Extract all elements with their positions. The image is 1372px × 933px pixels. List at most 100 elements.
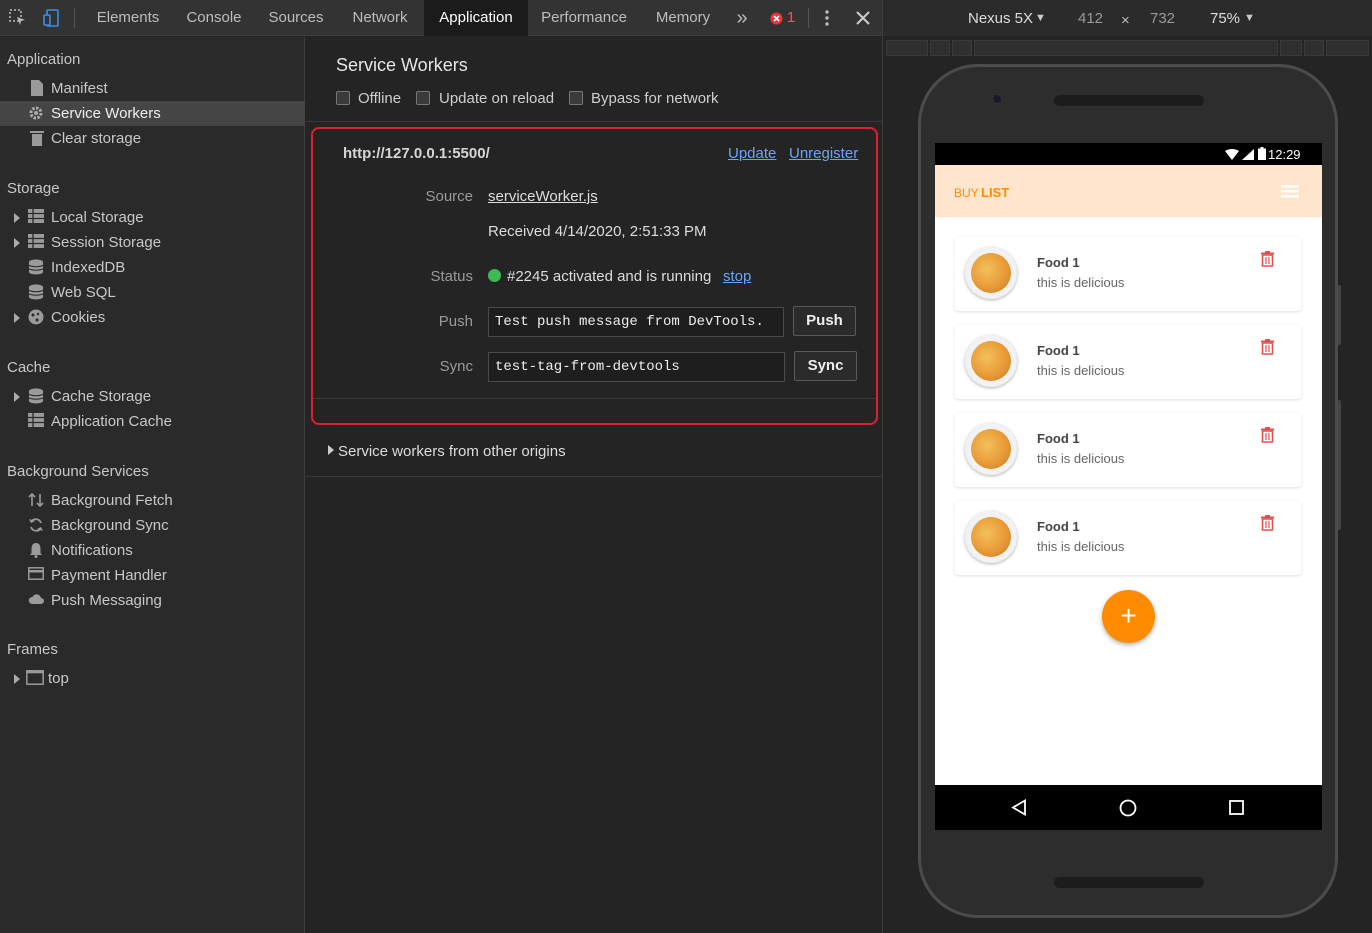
delete-trash-icon[interactable]: [1261, 515, 1274, 536]
bypass-for-network-checkbox[interactable]: [569, 91, 583, 105]
expand-arrow-icon[interactable]: [14, 313, 20, 323]
sidebar-item-label: Cache Storage: [51, 388, 152, 405]
credit-card-icon: [28, 567, 44, 583]
service-workers-panel: Service Workers Offline Update on reload…: [306, 37, 882, 933]
add-item-fab-button[interactable]: +: [1102, 590, 1155, 643]
tab-application[interactable]: Application: [424, 0, 528, 36]
android-nav-bar: [935, 785, 1322, 830]
tab-sources[interactable]: Sources: [258, 0, 334, 36]
document-icon: [30, 80, 46, 96]
recents-icon[interactable]: [1229, 800, 1244, 820]
frame-icon: [26, 670, 44, 686]
sidebar-item-push-messaging[interactable]: Push Messaging: [0, 588, 305, 613]
camera-icon: [992, 94, 1002, 104]
error-count[interactable]: 1: [784, 0, 798, 36]
device-toolbar-icon[interactable]: [40, 0, 64, 36]
sidebar-item-manifest[interactable]: Manifest: [0, 76, 305, 101]
expand-arrow-icon[interactable]: [328, 445, 334, 455]
section-cache: Cache: [7, 359, 51, 376]
expand-arrow-icon[interactable]: [14, 213, 20, 223]
zoom-select[interactable]: 75%: [1210, 10, 1240, 27]
stop-link[interactable]: stop: [723, 268, 751, 285]
chevron-down-icon[interactable]: ▼: [1035, 12, 1046, 24]
up-down-arrows-icon: [28, 492, 44, 508]
sidebar-item-local-storage[interactable]: Local Storage: [0, 205, 305, 230]
device-width-input[interactable]: 412: [1078, 10, 1103, 27]
inspect-element-icon[interactable]: [6, 0, 30, 36]
application-sidebar: Application Manifest Service Workers Cle…: [0, 37, 305, 933]
tab-console[interactable]: Console: [176, 0, 252, 36]
source-file-link[interactable]: serviceWorker.js: [488, 188, 598, 205]
other-origins-toggle[interactable]: Service workers from other origins: [338, 443, 566, 460]
sidebar-item-background-sync[interactable]: Background Sync: [0, 513, 305, 538]
media-query-bar[interactable]: [886, 40, 1369, 56]
status-dot-icon: [488, 269, 501, 282]
expand-arrow-icon[interactable]: [14, 238, 20, 248]
list-item[interactable]: Food 1 this is delicious: [955, 237, 1301, 311]
divider: [306, 476, 882, 477]
back-icon[interactable]: [1011, 798, 1027, 821]
sidebar-item-cookies[interactable]: Cookies: [0, 305, 305, 330]
dimension-separator: ×: [1121, 12, 1130, 29]
device-select[interactable]: Nexus 5X: [968, 10, 1033, 27]
push-label: Push: [438, 313, 473, 330]
sync-button[interactable]: Sync: [794, 351, 857, 381]
delete-trash-icon[interactable]: [1261, 251, 1274, 272]
sidebar-item-indexeddb[interactable]: IndexedDB: [0, 255, 305, 280]
clock-time: 12:29: [1268, 147, 1301, 162]
grid-icon: [28, 209, 44, 225]
toolbar-divider: [74, 8, 75, 28]
database-icon: [28, 259, 44, 275]
item-subtitle: this is delicious: [1037, 539, 1125, 554]
item-title: Food 1: [1037, 343, 1080, 358]
sidebar-item-background-fetch[interactable]: Background Fetch: [0, 488, 305, 513]
sidebar-item-session-storage[interactable]: Session Storage: [0, 230, 305, 255]
section-frames: Frames: [7, 641, 58, 658]
tab-elements[interactable]: Elements: [84, 0, 172, 36]
home-icon[interactable]: [1119, 799, 1137, 822]
sidebar-item-cache-storage[interactable]: Cache Storage: [0, 384, 305, 409]
sidebar-item-clear-storage[interactable]: Clear storage: [0, 126, 305, 151]
sidebar-item-web-sql[interactable]: Web SQL: [0, 280, 305, 305]
tab-performance[interactable]: Performance: [532, 0, 636, 36]
sidebar-item-notifications[interactable]: Notifications: [0, 538, 305, 563]
app-header: BUY LIST: [935, 165, 1322, 217]
sidebar-item-label: Background Sync: [51, 517, 169, 534]
update-on-reload-checkbox[interactable]: [416, 91, 430, 105]
unregister-link[interactable]: Unregister: [789, 145, 858, 162]
list-item[interactable]: Food 1 this is delicious: [955, 325, 1301, 399]
chevron-down-icon[interactable]: ▼: [1244, 12, 1255, 24]
push-input[interactable]: Test push message from DevTools.: [488, 307, 784, 337]
food-image: [965, 511, 1017, 563]
expand-arrow-icon[interactable]: [14, 674, 20, 684]
sidebar-item-top-frame[interactable]: top: [0, 666, 305, 691]
trash-icon: [30, 130, 46, 146]
item-title: Food 1: [1037, 431, 1080, 446]
sync-input[interactable]: test-tag-from-devtools: [488, 352, 785, 382]
delete-trash-icon[interactable]: [1261, 339, 1274, 360]
database-icon: [28, 284, 44, 300]
list-item[interactable]: Food 1 this is delicious: [955, 501, 1301, 575]
sidebar-item-payment-handler[interactable]: Payment Handler: [0, 563, 305, 588]
tab-memory[interactable]: Memory: [644, 0, 722, 36]
push-button[interactable]: Push: [793, 306, 856, 336]
error-icon[interactable]: [768, 0, 784, 36]
device-height-input[interactable]: 732: [1150, 10, 1175, 27]
update-link[interactable]: Update: [728, 145, 776, 162]
sidebar-item-label: Web SQL: [51, 284, 116, 301]
more-tabs-button[interactable]: »: [728, 0, 756, 36]
kebab-menu-icon[interactable]: [818, 0, 836, 36]
list-item[interactable]: Food 1 this is delicious: [955, 413, 1301, 487]
offline-checkbox[interactable]: [336, 91, 350, 105]
delete-trash-icon[interactable]: [1261, 427, 1274, 448]
close-icon[interactable]: [852, 0, 874, 36]
food-image: [965, 423, 1017, 475]
offline-label: Offline: [358, 90, 402, 107]
sidebar-item-service-workers[interactable]: Service Workers: [0, 101, 305, 126]
sidebar-item-application-cache[interactable]: Application Cache: [0, 409, 305, 434]
phone-screen: 12:29 BUY LIST Food 1 this is delicious …: [935, 143, 1322, 830]
hamburger-menu-icon[interactable]: [1281, 185, 1299, 203]
tab-network[interactable]: Network: [340, 0, 420, 36]
expand-arrow-icon[interactable]: [14, 392, 20, 402]
food-image: [965, 247, 1017, 299]
